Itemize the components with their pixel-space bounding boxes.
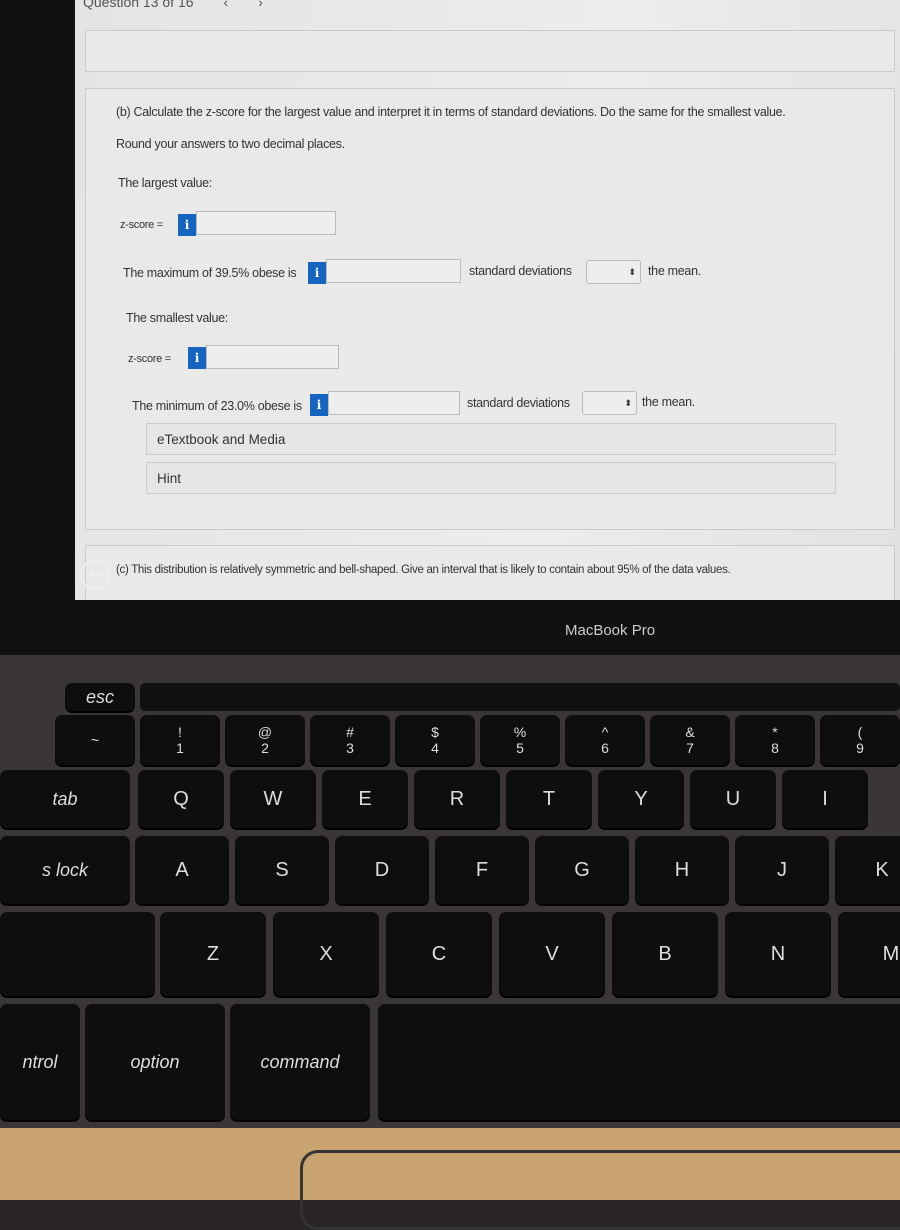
key-option[interactable]: option	[85, 1004, 225, 1120]
key-6[interactable]: ^ 6	[565, 715, 645, 765]
key-z[interactable]: Z	[160, 912, 266, 996]
question-nav: Question 13 of 16 ‹ ›	[83, 0, 263, 10]
rounding-instruction: Round your answers to two decimal places…	[116, 137, 345, 151]
key-control[interactable]: ntrol	[0, 1004, 80, 1120]
key-legend: 4	[431, 740, 439, 756]
max-direction-select[interactable]: ⬍	[586, 260, 641, 284]
key-e[interactable]: E	[322, 770, 408, 828]
laptop-brand: MacBook Pro	[565, 622, 656, 639]
key-legend: 6	[601, 740, 609, 756]
key-a[interactable]: A	[135, 836, 229, 904]
key-8[interactable]: * 8	[735, 715, 815, 765]
key-c[interactable]: C	[386, 912, 492, 996]
key-f[interactable]: F	[435, 836, 529, 904]
key-legend: 8	[771, 740, 779, 756]
previous-part-panel	[85, 30, 895, 72]
smallest-value-label: The smallest value:	[126, 311, 228, 325]
key-legend: 1	[176, 740, 184, 756]
key-b[interactable]: B	[612, 912, 718, 996]
key-2[interactable]: @2	[225, 715, 305, 765]
key-v[interactable]: V	[499, 912, 605, 996]
zscore-label: z-score =	[120, 219, 163, 231]
key-5[interactable]: % 5	[480, 715, 560, 765]
info-icon[interactable]: i	[308, 262, 326, 284]
part-c-prompt: (c) This distribution is relatively symm…	[116, 564, 731, 576]
std-dev-label: standard deviations	[467, 396, 570, 410]
screen: Question 13 of 16 ‹ › (b) Calculate the z-…	[75, 0, 900, 600]
chevron-left-icon[interactable]: ‹	[224, 0, 229, 10]
trackpad	[300, 1150, 900, 1230]
key-legend: %	[513, 724, 527, 740]
app-logo-icon: ●●	[80, 560, 110, 590]
key-k[interactable]: K	[835, 836, 900, 904]
key-legend: 9	[856, 740, 864, 756]
key-tilde[interactable]: ~	[55, 715, 135, 765]
key-shift[interactable]	[0, 912, 155, 996]
key-caps-lock[interactable]: s lock	[0, 836, 130, 904]
question-counter: Question 13 of 16	[83, 0, 194, 10]
key-legend: 7	[686, 740, 694, 756]
key-legend: 2	[261, 740, 269, 756]
part-c-panel: (c) This distribution is relatively symm…	[85, 545, 895, 600]
part-b-panel: (b) Calculate the z-score for the larges…	[85, 88, 895, 530]
key-legend: 5	[516, 740, 524, 756]
largest-value-label: The largest value:	[118, 176, 212, 190]
key-legend: #	[346, 724, 354, 740]
info-icon[interactable]: i	[310, 394, 328, 416]
info-icon[interactable]: i	[178, 214, 196, 236]
std-dev-label: standard deviations	[469, 264, 572, 278]
key-legend: $	[431, 724, 439, 740]
key-command[interactable]: command	[230, 1004, 370, 1120]
key-d[interactable]: D	[335, 836, 429, 904]
key-m[interactable]: M	[838, 912, 900, 996]
max-sd-input[interactable]	[326, 259, 461, 283]
key-esc[interactable]: esc	[65, 683, 135, 711]
key-legend: (	[857, 724, 863, 740]
key-w[interactable]: W	[230, 770, 316, 828]
chevron-right-icon[interactable]: ›	[258, 0, 263, 10]
key-s[interactable]: S	[235, 836, 329, 904]
key-legend: ^	[601, 724, 609, 740]
key-tab[interactable]: tab	[0, 770, 130, 828]
the-mean-label: the mean.	[642, 395, 695, 409]
the-mean-label: the mean.	[648, 264, 701, 278]
key-3[interactable]: #3	[310, 715, 390, 765]
key-j[interactable]: J	[735, 836, 829, 904]
key-n[interactable]: N	[725, 912, 831, 996]
key-q[interactable]: Q	[138, 770, 224, 828]
max-zscore-input[interactable]	[196, 211, 336, 235]
select-arrows-icon: ⬍	[624, 398, 632, 408]
key-space[interactable]	[378, 1004, 900, 1120]
min-zscore-input[interactable]	[206, 345, 339, 369]
min-sd-input[interactable]	[328, 391, 460, 415]
key-i[interactable]: I	[782, 770, 868, 828]
key-h[interactable]: H	[635, 836, 729, 904]
etextbook-button[interactable]: eTextbook and Media	[146, 423, 836, 455]
key-legend: 3	[346, 740, 354, 756]
info-icon[interactable]: i	[188, 347, 206, 369]
key-legend: &	[685, 724, 695, 740]
part-b-prompt: (b) Calculate the z-score for the larges…	[116, 105, 786, 119]
select-arrows-icon: ⬍	[628, 267, 636, 277]
key-u[interactable]: U	[690, 770, 776, 828]
touch-bar[interactable]	[140, 683, 900, 711]
key-legend: @	[257, 724, 273, 740]
key-r[interactable]: R	[414, 770, 500, 828]
min-direction-select[interactable]: ⬍	[582, 391, 637, 415]
key-x[interactable]: X	[273, 912, 379, 996]
key-legend: *	[772, 724, 778, 740]
key-4[interactable]: $4	[395, 715, 475, 765]
key-7[interactable]: & 7	[650, 715, 730, 765]
key-1[interactable]: ! 1	[140, 715, 220, 765]
hint-button[interactable]: Hint	[146, 462, 836, 494]
key-legend: !	[178, 724, 182, 740]
key-9[interactable]: (9	[820, 715, 900, 765]
min-sentence: The minimum of 23.0% obese is	[132, 399, 302, 413]
max-sentence: The maximum of 39.5% obese is	[123, 266, 297, 280]
key-t[interactable]: T	[506, 770, 592, 828]
key-g[interactable]: G	[535, 836, 629, 904]
zscore-label: z-score =	[128, 353, 171, 365]
key-y[interactable]: Y	[598, 770, 684, 828]
